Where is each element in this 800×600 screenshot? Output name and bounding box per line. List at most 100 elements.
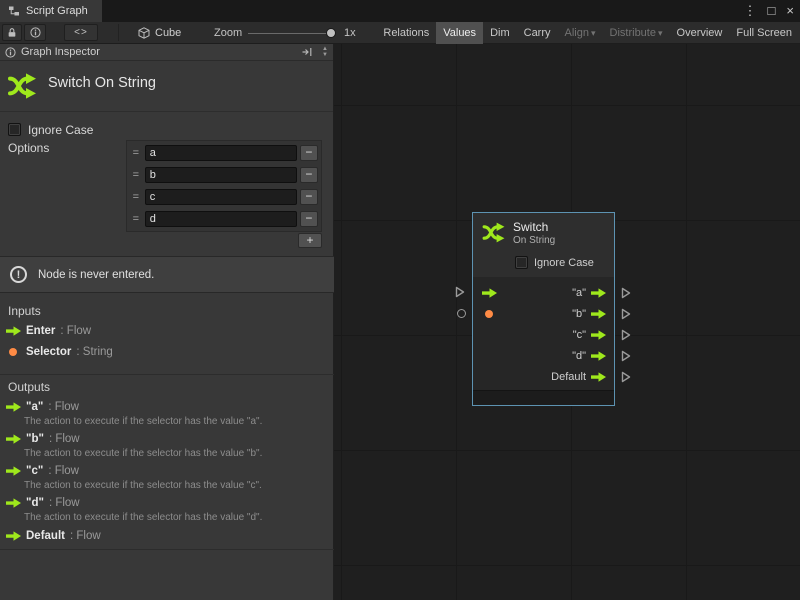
unit-title: Switch On String <box>48 75 156 91</box>
port-type: : Flow <box>70 530 101 542</box>
port-type: : Flow <box>48 401 79 413</box>
graph-owner-object[interactable]: Cube <box>138 22 181 44</box>
window-controls: ⋮ □ × <box>744 0 794 22</box>
carry-button[interactable]: Carry <box>517 22 558 44</box>
drag-handle-icon[interactable]: = <box>130 191 142 203</box>
port-label: "a" <box>572 283 586 304</box>
output-row-d: "d" : Flow <box>6 497 80 509</box>
overview-button[interactable]: Overview <box>670 22 730 44</box>
zoom-label: Zoom <box>214 22 242 44</box>
output-port-outer-icon[interactable] <box>621 371 631 383</box>
port-row-a: "a" <box>473 283 614 304</box>
flow-arrow-icon[interactable] <box>591 309 606 319</box>
align-button[interactable]: Align▾ <box>558 22 603 44</box>
flow-arrow-icon[interactable] <box>591 351 606 361</box>
panel-scroll-arrows[interactable]: ▲▼ <box>320 46 330 58</box>
port-type: : Flow <box>49 497 80 509</box>
port-label: "c" <box>573 325 586 346</box>
chevron-down-icon: ▾ <box>658 28 663 38</box>
node-title: Switch <box>513 220 548 234</box>
ignore-case-checkbox[interactable] <box>8 123 21 136</box>
tab-script-graph[interactable]: Script Graph <box>0 0 102 22</box>
chevron-down-icon: ▾ <box>591 28 596 38</box>
output-row-b: "b" : Flow <box>6 433 80 445</box>
port-name: Enter <box>26 325 55 337</box>
flow-arrow-icon[interactable] <box>591 372 606 382</box>
relations-button[interactable]: Relations <box>376 22 436 44</box>
port-type: : Flow <box>48 465 79 477</box>
remove-option-button[interactable]: − <box>300 145 318 161</box>
port-type: : String <box>76 346 112 358</box>
warning-icon: ! <box>10 266 27 283</box>
switch-on-string-node[interactable]: Switch On String Ignore Case "a" "b" "c"… <box>472 212 615 406</box>
port-type: : Flow <box>60 325 91 337</box>
values-button[interactable]: Values <box>436 22 483 44</box>
option-row: = − <box>128 142 320 164</box>
graph-canvas[interactable]: Switch On String Ignore Case "a" "b" "c"… <box>334 44 800 600</box>
node-header: Switch On String Ignore Case <box>473 213 614 277</box>
options-list: = − = − = − = − <box>126 140 322 232</box>
window-close-icon[interactable]: × <box>786 0 794 22</box>
fullscreen-button[interactable]: Full Screen <box>729 22 799 44</box>
port-description: The action to execute if the selector ha… <box>24 512 262 523</box>
flow-arrow-icon[interactable] <box>591 288 606 298</box>
flow-arrow-icon <box>6 498 21 508</box>
port-name: "d" <box>26 497 44 509</box>
option-row: = − <box>128 186 320 208</box>
scroll-down-icon[interactable]: ▼ <box>320 52 330 58</box>
output-port-outer-icon[interactable] <box>621 308 631 320</box>
flow-arrow-icon[interactable] <box>591 330 606 340</box>
drag-handle-icon[interactable]: = <box>130 147 142 159</box>
switch-unit-icon <box>6 70 38 102</box>
option-input[interactable] <box>145 167 297 183</box>
zoom-slider-knob[interactable] <box>326 28 336 38</box>
port-description: The action to execute if the selector ha… <box>24 416 262 427</box>
port-name: Selector <box>26 346 71 358</box>
section-divider <box>0 549 334 550</box>
distribute-button[interactable]: Distribute▾ <box>603 22 670 44</box>
option-input[interactable] <box>145 145 297 161</box>
window-menu-icon[interactable]: ⋮ <box>744 0 757 22</box>
lock-button[interactable] <box>2 24 22 41</box>
output-port-outer-icon[interactable] <box>621 350 631 362</box>
option-input[interactable] <box>145 211 297 227</box>
add-option-button[interactable]: + <box>298 233 322 248</box>
graph-inspector-header: Graph Inspector ▲▼ <box>0 44 333 61</box>
ignore-case-label: Ignore Case <box>28 123 93 137</box>
remove-option-button[interactable]: − <box>300 167 318 183</box>
output-port-outer-icon[interactable] <box>621 329 631 341</box>
dock-panel-icon[interactable] <box>301 46 313 58</box>
port-name: Default <box>26 530 65 542</box>
drag-handle-icon[interactable]: = <box>130 213 142 225</box>
input-row-selector: Selector : String <box>6 346 113 358</box>
switch-unit-icon <box>481 220 506 245</box>
inputs-section-header: Inputs <box>8 304 41 318</box>
window-tab-bar: Script Graph ⋮ □ × <box>0 0 800 22</box>
port-description: The action to execute if the selector ha… <box>24 448 262 459</box>
port-type: : Flow <box>49 433 80 445</box>
window-maximize-icon[interactable]: □ <box>768 0 776 22</box>
dim-button[interactable]: Dim <box>483 22 517 44</box>
output-row-default: Default : Flow <box>6 530 101 542</box>
remove-option-button[interactable]: − <box>300 211 318 227</box>
option-input[interactable] <box>145 189 297 205</box>
enter-port-outer-icon[interactable] <box>455 286 465 298</box>
info-button[interactable] <box>24 24 46 41</box>
output-port-outer-icon[interactable] <box>621 287 631 299</box>
script-graph-icon <box>8 5 20 17</box>
selector-port-outer-icon[interactable] <box>457 309 466 318</box>
port-row-b: "b" <box>473 304 614 325</box>
zoom-slider-track[interactable] <box>248 33 332 34</box>
remove-option-button[interactable]: − <box>300 189 318 205</box>
node-footer <box>473 390 614 405</box>
object-name-label: Cube <box>155 27 181 39</box>
node-ignore-case-checkbox[interactable] <box>515 256 528 269</box>
port-name: "c" <box>26 465 43 477</box>
flow-arrow-icon <box>6 402 21 412</box>
code-view-button[interactable]: <> <box>64 24 98 41</box>
warning-banner: ! Node is never entered. <box>0 256 334 293</box>
graph-toolbar: <> Cube Zoom 1x Relations Values Dim Car… <box>0 22 800 44</box>
drag-handle-icon[interactable]: = <box>130 169 142 181</box>
value-port-icon <box>9 348 17 356</box>
outputs-section-header: Outputs <box>8 380 50 394</box>
